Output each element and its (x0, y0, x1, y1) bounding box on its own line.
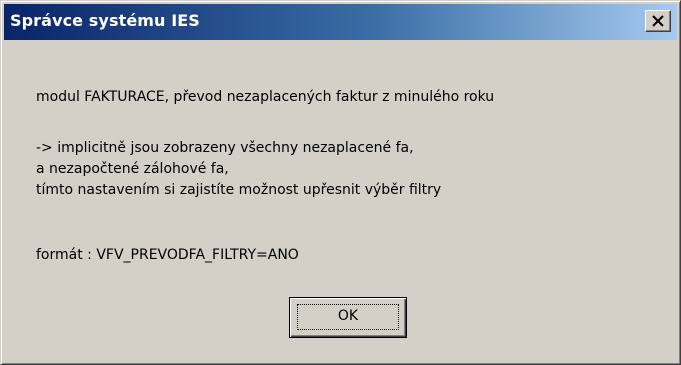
message-line: -> implicitně jsou zobrazeny všechny nez… (36, 140, 414, 156)
message-line: a nezapočtené zálohové fa, (36, 161, 229, 177)
ok-button-label: OK (337, 308, 359, 324)
message-line: formát : VFV_PREVODFA_FILTRY=ANO (36, 247, 299, 263)
dialog-title: Správce systému IES (10, 11, 200, 30)
title-bar[interactable]: Správce systému IES (4, 4, 677, 40)
message-dialog: Správce systému IES modul FAKTURACE, pře… (0, 0, 681, 365)
message-line: modul FAKTURACE, převod nezaplacených fa… (36, 89, 495, 105)
close-button[interactable] (645, 10, 671, 32)
message-line: tímto nastavením si zajistíte možnost up… (36, 182, 442, 198)
message-format: formát : VFV_PREVODFA_FILTRY=ANO (36, 245, 299, 266)
message-body: modul FAKTURACE, převod nezaplacených fa… (36, 87, 494, 108)
ok-button[interactable]: OK (289, 297, 407, 338)
message-body-details: -> implicitně jsou zobrazeny všechny nez… (36, 138, 441, 201)
close-icon (652, 15, 664, 27)
